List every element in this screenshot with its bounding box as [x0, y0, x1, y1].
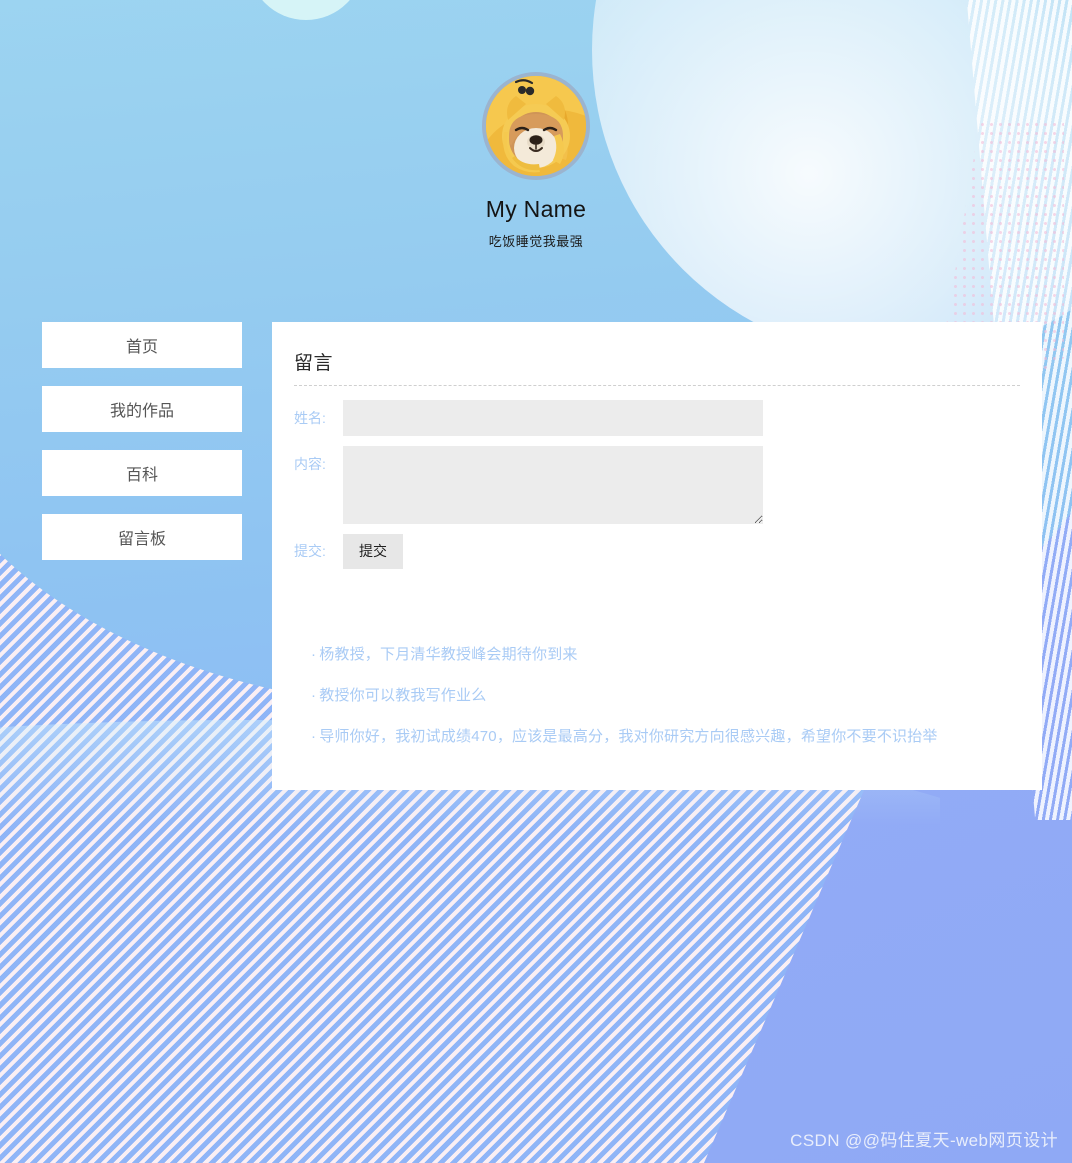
list-item[interactable]: · 教授你可以教我写作业么 [311, 688, 1042, 703]
message-list: · 杨教授，下月清华教授峰会期待你到来 · 教授你可以教我写作业么 · 导师你好… [272, 647, 1042, 744]
sidebar-item-guestbook[interactable]: 留言板 [42, 514, 242, 560]
sidebar-item-works[interactable]: 我的作品 [42, 386, 242, 432]
avatar[interactable] [482, 72, 590, 180]
guestbook-card: 留言 姓名: 内容: 提交: 提交 · 杨教授，下月清华教授峰会期待你到来 · … [272, 322, 1042, 790]
name-label: 姓名: [294, 410, 326, 426]
sidebar-item-label: 留言板 [117, 531, 166, 548]
message-text: 导师你好，我初试成绩470，应该是最高分，我对你研究方向很感兴趣，希望你不要不识… [319, 727, 938, 745]
bullet-icon: · [311, 645, 317, 663]
watermark: CSDN @@码住夏天-web网页设计 [790, 1131, 1058, 1150]
content-label: 内容: [294, 456, 326, 472]
guestbook-form: 姓名: 内容: 提交: 提交 [272, 400, 1042, 569]
page-root: My Name 吃饭睡觉我最强 首页 我的作品 百科 留言板 留言 姓名: 内容… [0, 0, 1072, 1163]
page-title: My Name [485, 196, 587, 222]
card-title: 留言 [294, 353, 334, 374]
content-textarea[interactable] [343, 446, 763, 524]
list-item[interactable]: · 导师你好，我初试成绩470，应该是最高分，我对你研究方向很感兴趣，希望你不要… [311, 729, 1042, 744]
message-text: 杨教授，下月清华教授峰会期待你到来 [319, 645, 578, 663]
sidebar-item-label: 首页 [125, 339, 158, 356]
form-row-submit: 提交: 提交 [272, 534, 1042, 569]
bullet-icon: · [311, 727, 317, 745]
list-item[interactable]: · 杨教授，下月清华教授峰会期待你到来 [311, 647, 1042, 662]
page-content: My Name 吃饭睡觉我最强 首页 我的作品 百科 留言板 留言 姓名: 内容… [0, 0, 1072, 1163]
message-text: 教授你可以教我写作业么 [319, 686, 487, 704]
submit-button[interactable]: 提交 [343, 534, 403, 569]
name-input[interactable] [343, 400, 763, 436]
sidebar-item-label: 百科 [125, 467, 158, 484]
form-row-content: 内容: [272, 446, 1042, 524]
sidebar-item-label: 我的作品 [109, 403, 174, 420]
card-divider [294, 385, 1020, 386]
profile-tagline: 吃饭睡觉我最强 [488, 234, 584, 249]
sidebar-item-home[interactable]: 首页 [42, 322, 242, 368]
profile-header: My Name 吃饭睡觉我最强 [0, 72, 1072, 250]
sidebar-nav: 首页 我的作品 百科 留言板 [42, 322, 242, 578]
submit-label: 提交: [294, 543, 326, 559]
shiba-avatar-icon [486, 76, 586, 176]
form-row-name: 姓名: [272, 400, 1042, 436]
sidebar-item-encyclopedia[interactable]: 百科 [42, 450, 242, 496]
bullet-icon: · [311, 686, 317, 704]
